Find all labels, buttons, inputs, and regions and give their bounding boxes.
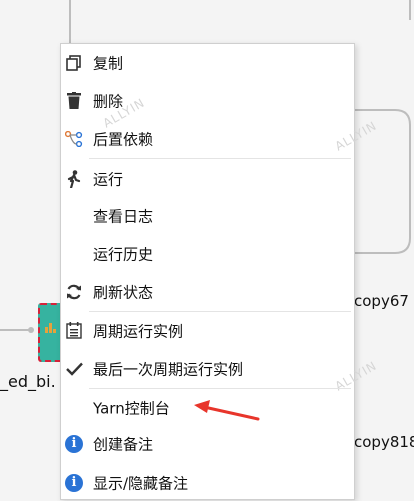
menu-item-label: 显示/隐藏备注	[93, 474, 189, 492]
node-label-copy818: copy818	[354, 433, 414, 451]
menu-item-refresh-status[interactable]: 刷新状态	[61, 273, 354, 310]
menu-item-downstream-dependency[interactable]: 后置依赖	[61, 120, 354, 157]
menu-item-create-note[interactable]: i 创建备注	[61, 425, 354, 462]
menu-item-toggle-notes[interactable]: i 显示/隐藏备注	[61, 464, 354, 501]
menu-item-cycle-instances[interactable]: 周期运行实例	[61, 312, 354, 349]
menu-item-label: 创建备注	[93, 435, 154, 453]
checkmark-icon	[65, 360, 83, 378]
menu-item-label: 最后一次周期运行实例	[93, 360, 244, 378]
dependency-icon	[65, 130, 83, 148]
menu-item-label: 复制	[93, 54, 124, 72]
menu-item-delete[interactable]: 删除	[61, 82, 354, 119]
menu-item-label: Yarn控制台	[93, 399, 170, 417]
info-icon: i	[65, 434, 83, 453]
node-chart-icon	[45, 321, 57, 333]
menu-item-label: 运行	[93, 170, 124, 188]
run-icon	[65, 169, 83, 188]
menu-item-last-cycle-instance[interactable]: 最后一次周期运行实例	[61, 350, 354, 387]
node-label-copy67: copy67	[354, 292, 409, 310]
menu-item-label: 运行历史	[93, 245, 154, 263]
menu-item-run-history[interactable]: 运行历史	[61, 235, 354, 272]
menu-item-run[interactable]: 运行	[61, 160, 354, 197]
menu-separator	[89, 158, 351, 159]
menu-item-label: 删除	[93, 92, 124, 110]
context-menu: ALLYIN ALLYIN ALLYIN 复制 删除 后置依赖 运行 查看日志 …	[60, 43, 379, 501]
refresh-icon	[65, 283, 83, 301]
menu-item-label: 刷新状态	[93, 283, 154, 301]
trash-icon	[65, 92, 83, 110]
copy-icon	[65, 54, 83, 72]
menu-item-label: 查看日志	[93, 207, 154, 225]
menu-item-copy[interactable]: 复制	[61, 44, 354, 81]
menu-item-view-log[interactable]: 查看日志	[61, 197, 354, 234]
menu-item-label: 后置依赖	[93, 130, 154, 148]
info-icon: i	[65, 473, 83, 492]
calendar-list-icon	[65, 322, 83, 340]
node-label-left: _ed_bi.	[0, 372, 56, 391]
menu-item-label: 周期运行实例	[93, 322, 184, 340]
annotation-arrow	[194, 400, 260, 421]
